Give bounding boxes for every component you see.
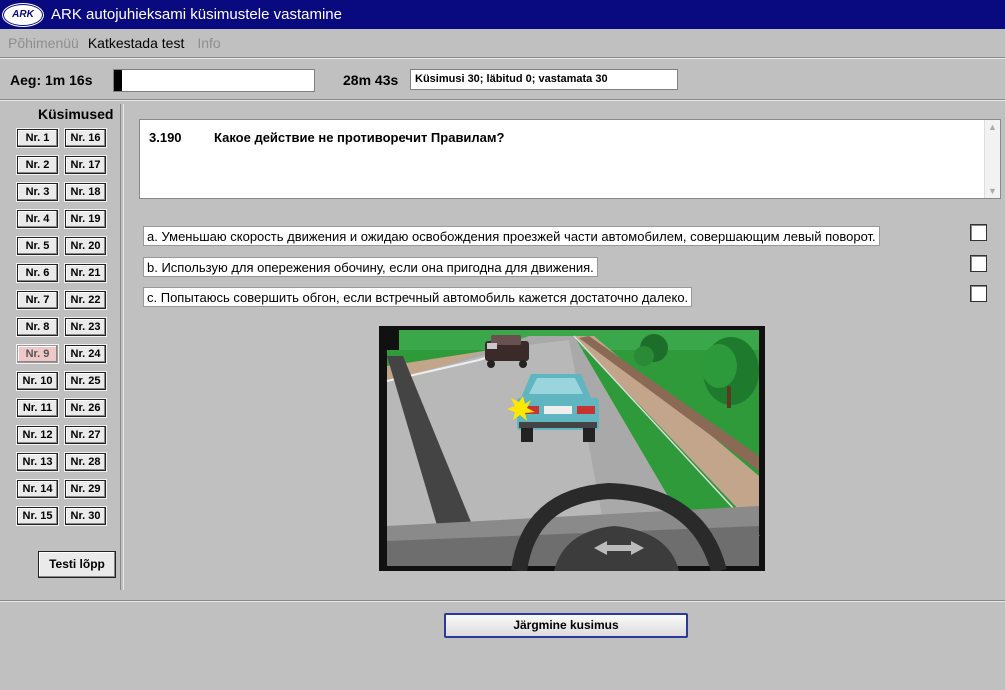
question-button-23[interactable]: Nr. 23 — [65, 318, 106, 336]
question-button-26[interactable]: Nr. 26 — [65, 399, 106, 417]
header-divider — [0, 99, 1005, 101]
question-button-8[interactable]: Nr. 8 — [17, 318, 58, 336]
question-button-7[interactable]: Nr. 7 — [17, 291, 58, 309]
question-button-20[interactable]: Nr. 20 — [65, 237, 106, 255]
question-text: Какое действие не противоречит Правилам? — [214, 130, 505, 145]
answer-c[interactable]: c. Попытаюсь совершить обгон, если встре… — [143, 287, 693, 307]
sidebar-title: Küsimused — [38, 106, 114, 122]
time-progress-bar — [113, 69, 315, 92]
question-button-21[interactable]: Nr. 21 — [65, 264, 106, 282]
question-button-15[interactable]: Nr. 15 — [17, 507, 58, 525]
question-panel: 3.190 Какое действие не противоречит Пра… — [139, 119, 1001, 199]
answer-b-checkbox[interactable] — [970, 255, 987, 272]
question-button-10[interactable]: Nr. 10 — [17, 372, 58, 390]
question-button-19[interactable]: Nr. 19 — [65, 210, 106, 228]
menu-divider — [0, 57, 1005, 59]
title-bar: ARK ARK autojuhieksami küsimustele vasta… — [0, 0, 1005, 29]
question-button-24[interactable]: Nr. 24 — [65, 345, 106, 363]
answer-b[interactable]: b. Использую для опережения обочину, есл… — [143, 257, 598, 277]
menu-bar: Põhimenüü Katkestada test Info — [0, 29, 1005, 57]
question-button-17[interactable]: Nr. 17 — [65, 156, 106, 174]
menu-main[interactable]: Põhimenüü — [0, 35, 84, 51]
question-button-16[interactable]: Nr. 16 — [65, 129, 106, 147]
time-progress-fill — [114, 70, 122, 91]
remaining-time: 28m 43s — [343, 72, 399, 88]
question-button-22[interactable]: Nr. 22 — [65, 291, 106, 309]
question-button-12[interactable]: Nr. 12 — [17, 426, 58, 444]
footer-divider — [0, 600, 1005, 602]
scroll-down-icon[interactable]: ▼ — [985, 184, 1000, 198]
question-button-6[interactable]: Nr. 6 — [17, 264, 58, 282]
window-title: ARK autojuhieksami küsimustele vastamine — [51, 6, 342, 23]
question-button-9[interactable]: Nr. 9 — [17, 345, 58, 363]
question-button-3[interactable]: Nr. 3 — [17, 183, 58, 201]
sidebar-divider — [120, 104, 124, 590]
menu-abort-test[interactable]: Katkestada test — [84, 35, 190, 51]
question-number: 3.190 — [149, 130, 182, 145]
ark-logo: ARK — [3, 3, 43, 26]
question-button-28[interactable]: Nr. 28 — [65, 453, 106, 471]
question-button-27[interactable]: Nr. 27 — [65, 426, 106, 444]
menu-info[interactable]: Info — [189, 35, 225, 51]
status-box: Küsimusi 30; läbitud 0; vastamata 30 — [410, 69, 678, 90]
elapsed-time: Aeg: 1m 16s — [10, 72, 93, 88]
question-scrollbar[interactable]: ▲ ▼ — [984, 120, 1000, 198]
question-button-4[interactable]: Nr. 4 — [17, 210, 58, 228]
scroll-up-icon[interactable]: ▲ — [985, 120, 1000, 134]
question-button-30[interactable]: Nr. 30 — [65, 507, 106, 525]
question-button-11[interactable]: Nr. 11 — [17, 399, 58, 417]
question-button-13[interactable]: Nr. 13 — [17, 453, 58, 471]
end-test-button[interactable]: Testi lõpp — [38, 551, 116, 578]
answer-a[interactable]: a. Уменьшаю скорость движения и ожидаю о… — [143, 226, 880, 246]
question-button-29[interactable]: Nr. 29 — [65, 480, 106, 498]
question-button-5[interactable]: Nr. 5 — [17, 237, 58, 255]
question-button-1[interactable]: Nr. 1 — [17, 129, 58, 147]
question-button-14[interactable]: Nr. 14 — [17, 480, 58, 498]
answer-a-checkbox[interactable] — [970, 224, 987, 241]
next-question-button[interactable]: Järgmine kusimus — [444, 613, 688, 638]
question-button-25[interactable]: Nr. 25 — [65, 372, 106, 390]
question-button-2[interactable]: Nr. 2 — [17, 156, 58, 174]
question-button-18[interactable]: Nr. 18 — [65, 183, 106, 201]
traffic-scene-image — [379, 326, 765, 571]
answer-c-checkbox[interactable] — [970, 285, 987, 302]
